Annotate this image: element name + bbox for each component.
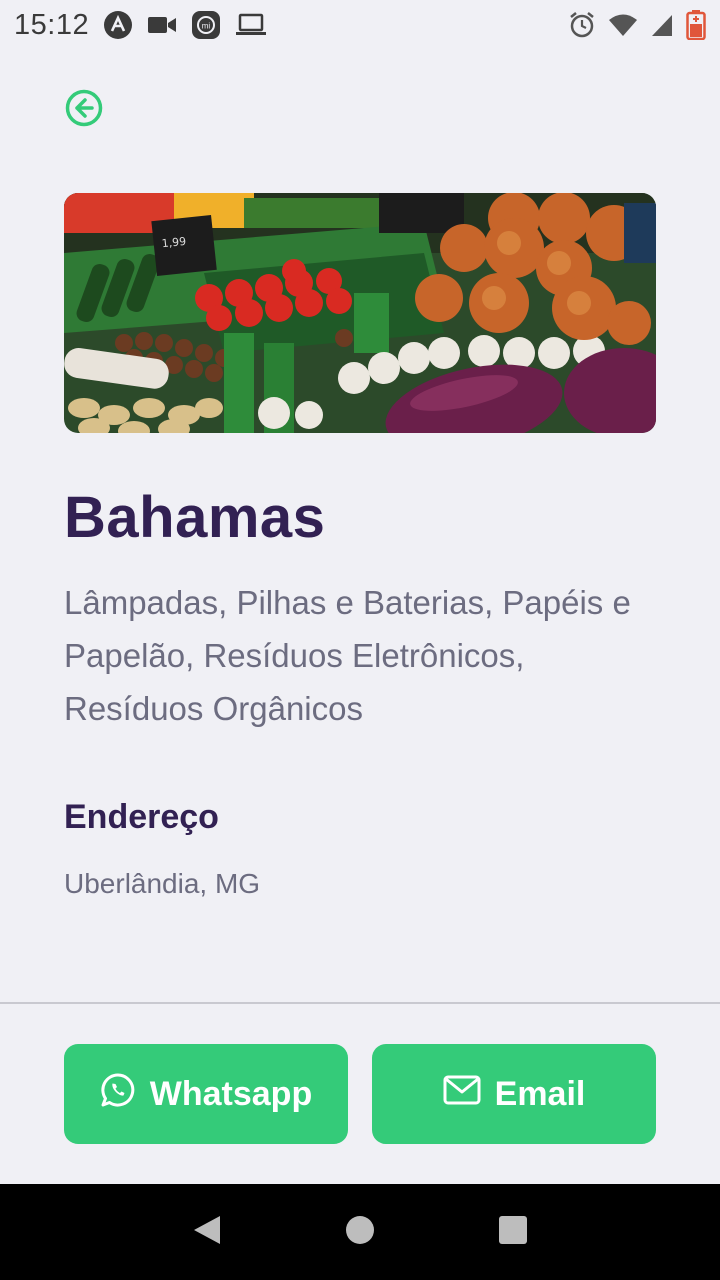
svg-text:1,99: 1,99	[161, 235, 187, 250]
arrow-left-circle-icon	[64, 88, 104, 133]
signal-icon	[650, 13, 674, 37]
status-time: 15:12	[14, 8, 90, 41]
navigation-bar	[0, 1184, 720, 1280]
whatsapp-icon	[100, 1072, 136, 1117]
footer-divider	[0, 1002, 720, 1004]
whatsapp-button[interactable]: Whatsapp	[64, 1044, 348, 1144]
address-title: Endereço	[64, 798, 219, 836]
back-button[interactable]	[64, 88, 104, 133]
nav-recents-button[interactable]	[483, 1202, 543, 1262]
address-value: Uberlândia, MG	[64, 868, 261, 899]
laptop-icon	[235, 13, 267, 37]
point-title: Bahamas	[64, 485, 326, 550]
status-bar: 15:12 mi	[0, 0, 720, 50]
status-right-icons	[568, 10, 706, 40]
vegetable-market-photo: 1,99	[64, 193, 656, 433]
circle-home-icon	[345, 1215, 375, 1250]
square-recents-icon	[498, 1215, 528, 1250]
nav-home-button[interactable]	[330, 1202, 390, 1262]
wifi-icon	[608, 13, 638, 37]
mail-icon	[443, 1075, 481, 1114]
triangle-back-icon	[192, 1214, 222, 1251]
point-items: Lâmpadas, Pilhas e Baterias, Papéis e Pa…	[64, 584, 631, 727]
battery-icon	[686, 10, 706, 40]
alarm-icon	[568, 11, 596, 39]
whatsapp-label: Whatsapp	[149, 1074, 313, 1113]
video-camera-icon	[147, 14, 177, 36]
app-a-icon	[103, 10, 133, 40]
svg-text:mi: mi	[202, 22, 211, 31]
email-label: Email	[494, 1074, 586, 1113]
email-button[interactable]: Email	[372, 1044, 656, 1144]
status-left-icons: mi	[103, 10, 267, 40]
mi-icon: mi	[191, 10, 221, 40]
point-image: 1,99	[64, 193, 656, 433]
nav-back-button[interactable]	[177, 1202, 237, 1262]
